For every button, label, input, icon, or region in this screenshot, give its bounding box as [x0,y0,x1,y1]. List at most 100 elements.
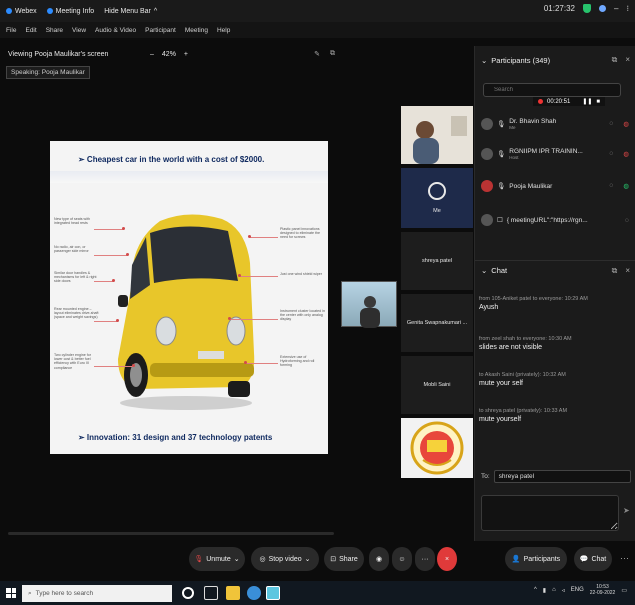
share-scrollbar[interactable] [8,532,334,535]
video-tile-mobli[interactable]: Mobli Saini [401,356,473,414]
menu-share[interactable]: Share [46,27,63,34]
audio-icon: ◌ [625,216,629,224]
file-explorer-icon[interactable] [226,586,240,600]
zoom-out-button[interactable]: – [150,51,154,58]
volume-icon[interactable]: ◃ [562,587,565,594]
close-participants-icon[interactable]: × [625,55,630,65]
participant-name: RGNIIPM IPR TRAININ... [509,148,583,155]
popout-chat-icon[interactable]: ⧉ [612,266,618,276]
popout-participants-icon[interactable]: ⧉ [612,55,618,65]
participant-info: Dr. Bhavin Shah Me [509,118,556,130]
note-plastic-panel: Plastic panel innovations designed to el… [280,227,320,240]
avatar [481,214,493,226]
participant-name: Pooja Maulikar [509,182,553,190]
slide-title: ➢ Cheapest car in the world with a cost … [78,155,265,164]
participants-panel-header[interactable]: ⌄ Participants (349) ⧉ × [475,50,635,70]
annotate-icon[interactable]: ✎ [314,50,320,58]
tray-chevron-icon[interactable]: ^ [534,587,537,593]
pause-recording-icon[interactable]: ❚❚ [582,98,592,105]
participant-row[interactable]: 🎙 Pooja Maulikar ◌ ◍ [481,174,633,198]
chevron-up-icon: ^ [153,7,158,15]
info-icon [46,8,53,14]
title-bar: Webex Meeting Info Hide Menu Bar ^ 01:27… [0,0,635,22]
meeting-info-button[interactable]: Meeting Info [46,8,94,15]
edge-icon[interactable] [247,586,261,600]
system-tray: ^ ▮ ⌂ ◃ ENG 10:53 22-09-2022 ▭ [534,584,627,596]
menu-help[interactable]: Help [217,27,230,34]
record-button[interactable]: ◉ [369,547,389,571]
unmute-button[interactable]: 🎙 Unmute ⌄ [189,547,245,571]
avatar [481,180,493,192]
windows-taskbar: ⌕ Type here to search ^ ▮ ⌂ ◃ ENG 10:53 … [0,581,635,605]
participant-row[interactable]: ☐ { meetingURL":"https://rgn... ◌ [481,208,633,232]
camera-icon: ◎ [259,556,266,563]
network-icon[interactable]: ⌂ [552,587,556,593]
zoom-in-button[interactable]: + [184,51,188,58]
notifications-icon[interactable]: ▭ [621,587,627,594]
taskbar-search[interactable]: ⌕ Type here to search [22,585,172,602]
battery-icon[interactable]: ▮ [543,587,546,594]
recording-timer: 00:20:51 ❚❚ ■ [533,97,606,106]
note-door-handles: Similar door handles & mechanisms for le… [54,271,97,284]
floating-self-view[interactable] [341,281,397,328]
participant-row[interactable]: 🎙 Dr. Bhavin Shah Me ◌ ◍ [481,112,633,136]
hide-menu-bar-button[interactable]: Hide Menu Bar ^ [104,8,157,15]
leave-meeting-button[interactable]: × [437,547,457,571]
chat-message: from zeel shah to everyone: 10:30 AM sli… [479,336,629,351]
webex-taskbar-icon[interactable] [266,586,280,600]
send-icon[interactable]: ➤ [623,506,630,515]
share-button[interactable]: ⊡ Share [324,547,364,571]
phone-icon: ☐ [497,217,503,224]
participants-button[interactable]: 👤 Participants [505,547,567,571]
language-indicator[interactable]: ENG [571,587,584,593]
chat-message-meta: from 105-Aniket patel to everyone: 10:29… [479,296,588,302]
participants-search-input[interactable] [483,83,621,97]
minimize-button[interactable]: – [614,4,618,13]
chat-button[interactable]: 💬 Chat [574,547,612,571]
participants-icon: 👤 [511,556,521,563]
video-tile-logo[interactable] [401,418,473,478]
video-on-icon: ◍ [623,183,629,190]
slide-header-band [50,171,328,183]
avatar [481,118,493,130]
menu-file[interactable]: File [6,27,16,34]
task-view-icon[interactable] [204,586,218,600]
reactions-button[interactable]: ☺ [392,547,412,571]
windows-start-icon[interactable] [6,588,16,598]
mic-muted-icon: 🎙 [194,556,204,563]
more-button[interactable]: ··· [415,547,435,571]
stop-video-button[interactable]: ◎ Stop video ⌄ [251,547,319,571]
share-icon: ⊡ [330,556,337,563]
more-options-button[interactable]: ⁝ [626,4,629,13]
app-name: Webex [15,7,37,15]
participant-row[interactable]: 🎙 RGNIIPM IPR TRAININ... Host ◌ ◍ [481,142,633,166]
stop-recording-icon[interactable]: ■ [596,99,600,105]
chat-recipient-value: shreya patel [498,472,535,480]
chat-panel-header[interactable]: ⌄ Chat ⧉ × [475,260,635,280]
cortana-icon[interactable] [182,587,194,599]
menu-view[interactable]: View [72,27,86,34]
audio-icon: ◌ [609,150,614,157]
webex-app-button[interactable]: Webex [6,8,37,15]
video-tile-shreya[interactable]: shreya patel [401,232,473,290]
video-tile-genita[interactable]: Genita Swapnakumari ... [401,294,473,352]
search-icon: ⌕ [28,589,32,597]
chat-recipient-select[interactable]: shreya patel [493,469,631,483]
popout-icon[interactable]: ⧉ [330,50,335,58]
video-tile-me[interactable]: Me [401,168,473,228]
chevron-down-icon: ⌄ [304,556,311,563]
toolbar-more-icon[interactable]: ··· [620,553,629,563]
close-chat-icon[interactable]: × [625,266,630,276]
chat-input[interactable] [481,495,619,531]
participant-role: Me [509,125,516,130]
mic-icon: 🎙 [497,183,506,190]
menu-participant[interactable]: Participant [145,27,176,34]
menu-meeting[interactable]: Meeting [185,27,208,34]
clock[interactable]: 10:53 22-09-2022 [590,584,616,596]
video-tile-speaker[interactable] [401,106,473,164]
right-panel: ⌄ Participants (349) ⧉ × 00:20:51 ❚❚ ■ 🎙… [474,46,635,541]
menu-audio-video[interactable]: Audio & Video [95,27,136,34]
shield-icon [583,4,591,13]
menu-edit[interactable]: Edit [25,27,36,34]
chevron-down-icon: ⌄ [481,266,488,275]
